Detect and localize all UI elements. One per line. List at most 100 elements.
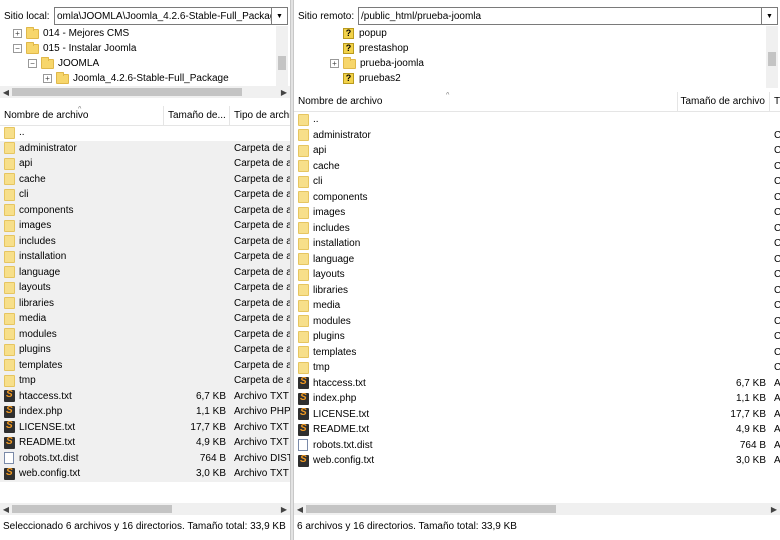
tree-node[interactable]: + Joomla_4.2.6-Stable-Full_Package xyxy=(43,71,229,86)
column-name[interactable]: Nombre de archivo ^ xyxy=(0,105,164,126)
remote-path-input[interactable]: /public_html/prueba-joomla xyxy=(358,7,762,25)
file-row[interactable]: tmp C xyxy=(294,360,780,376)
file-row[interactable]: htaccess.txt 6,7 KB Archivo TXT xyxy=(0,388,290,404)
column-type[interactable]: T xyxy=(770,92,780,112)
file-row[interactable]: htaccess.txt 6,7 KB A xyxy=(294,376,780,392)
file-row[interactable]: layouts C xyxy=(294,267,780,283)
file-row[interactable]: robots.txt.dist 764 B A xyxy=(294,438,780,454)
file-row[interactable]: libraries Carpeta de a xyxy=(0,295,290,311)
file-row[interactable]: .. xyxy=(0,125,290,141)
file-row[interactable]: api Carpeta de a xyxy=(0,156,290,172)
file-row[interactable]: administrator Carpeta de a xyxy=(0,140,290,156)
file-name: api xyxy=(313,145,327,157)
column-size[interactable]: Tamaño de... xyxy=(164,105,230,126)
file-row[interactable]: .. xyxy=(294,112,780,128)
file-name: templates xyxy=(313,346,357,358)
expander-icon[interactable]: + xyxy=(13,29,22,38)
file-name-cell: index.php xyxy=(0,405,164,418)
file-row[interactable]: LICENSE.txt 17,7 KB Archivo TXT xyxy=(0,419,290,435)
scroll-left-arrow-icon[interactable]: ◀ xyxy=(0,505,12,514)
expander-icon[interactable]: + xyxy=(43,74,52,83)
remote-list-horizontal-scrollbar[interactable]: ◀ ▶ xyxy=(294,503,780,515)
column-name[interactable]: Nombre de archivo ^ xyxy=(294,91,678,112)
file-row[interactable]: cache C xyxy=(294,159,780,175)
scroll-thumb[interactable] xyxy=(12,88,242,96)
local-tree-horizontal-scrollbar[interactable]: ◀ ▶ xyxy=(0,86,290,98)
scroll-right-arrow-icon[interactable]: ▶ xyxy=(278,88,290,97)
local-path-input[interactable]: omla\JOOMLA\Joomla_4.2.6-Stable-Full_Pac… xyxy=(54,7,272,25)
file-row[interactable]: plugins C xyxy=(294,329,780,345)
file-row[interactable]: modules C xyxy=(294,314,780,330)
column-size[interactable]: Tamaño de archivo xyxy=(678,91,770,112)
file-row[interactable]: libraries C xyxy=(294,283,780,299)
scroll-thumb[interactable] xyxy=(12,505,172,513)
remote-tree-vertical-scrollbar[interactable] xyxy=(766,26,778,88)
scroll-thumb[interactable] xyxy=(768,52,776,66)
column-type[interactable]: Tipo de archi xyxy=(230,106,290,126)
file-row[interactable]: installation Carpeta de a xyxy=(0,249,290,265)
file-row[interactable]: components Carpeta de a xyxy=(0,202,290,218)
chevron-down-icon[interactable]: ▼ xyxy=(272,7,288,25)
file-row[interactable]: images Carpeta de a xyxy=(0,218,290,234)
file-row[interactable]: language Carpeta de a xyxy=(0,264,290,280)
file-row[interactable]: api C xyxy=(294,143,780,159)
file-row[interactable]: modules Carpeta de a xyxy=(0,326,290,342)
expander-icon[interactable]: + xyxy=(330,59,339,68)
file-row[interactable]: includes Carpeta de a xyxy=(0,233,290,249)
tree-node[interactable]: ? prestashop xyxy=(330,41,408,56)
tree-node[interactable]: − 015 - Instalar Joomla xyxy=(13,41,136,56)
scroll-right-arrow-icon[interactable]: ▶ xyxy=(278,505,290,514)
file-row[interactable]: images C xyxy=(294,205,780,221)
file-row[interactable]: media Carpeta de a xyxy=(0,311,290,327)
file-row[interactable]: robots.txt.dist 764 B Archivo DIST xyxy=(0,450,290,466)
local-file-list-header: Nombre de archivo ^ Tamaño de... Tipo de … xyxy=(0,105,290,126)
tree-node[interactable]: +014 - Mejores CMS xyxy=(13,26,129,41)
file-type: C xyxy=(774,129,780,141)
file-type: C xyxy=(774,315,780,327)
expander-icon[interactable]: − xyxy=(13,44,22,53)
scroll-thumb[interactable] xyxy=(278,56,286,70)
file-row[interactable]: cli Carpeta de a xyxy=(0,187,290,203)
expander-icon[interactable]: − xyxy=(28,59,37,68)
file-row[interactable]: language C xyxy=(294,252,780,268)
file-row[interactable]: web.config.txt 3,0 KB A xyxy=(294,453,780,469)
tree-node[interactable]: ? popup xyxy=(330,26,387,41)
scroll-left-arrow-icon[interactable]: ◀ xyxy=(0,88,12,97)
file-row[interactable]: templates C xyxy=(294,345,780,361)
file-row[interactable]: index.php 1,1 KB A xyxy=(294,391,780,407)
tree-node-label: 014 - Mejores CMS xyxy=(43,28,130,39)
file-row[interactable]: plugins Carpeta de a xyxy=(0,342,290,358)
file-row[interactable]: cache Carpeta de a xyxy=(0,171,290,187)
file-row[interactable]: web.config.txt 3,0 KB Archivo TXT xyxy=(0,466,290,482)
file-row[interactable]: templates Carpeta de a xyxy=(0,357,290,373)
folder-icon xyxy=(4,250,15,263)
file-size: 17,7 KB xyxy=(190,421,226,433)
sort-arrow-icon: ^ xyxy=(446,91,450,99)
chevron-down-icon[interactable]: ▼ xyxy=(762,7,778,25)
file-row[interactable]: includes C xyxy=(294,221,780,237)
file-row[interactable]: LICENSE.txt 17,7 KB A xyxy=(294,407,780,423)
folder-icon xyxy=(4,312,15,325)
folder-icon xyxy=(298,160,309,173)
file-row[interactable]: README.txt 4,9 KB A xyxy=(294,422,780,438)
file-row[interactable]: layouts Carpeta de a xyxy=(0,280,290,296)
scroll-right-arrow-icon[interactable]: ▶ xyxy=(768,505,780,514)
file-name-cell: README.txt xyxy=(0,436,164,449)
file-row[interactable]: installation C xyxy=(294,236,780,252)
local-list-horizontal-scrollbar[interactable]: ◀ ▶ xyxy=(0,503,290,515)
tree-node[interactable]: − JOOMLA xyxy=(28,56,99,71)
file-type: C xyxy=(774,346,780,358)
file-row[interactable]: README.txt 4,9 KB Archivo TXT xyxy=(0,435,290,451)
tree-node[interactable]: + prueba-joomla xyxy=(330,56,424,71)
file-row[interactable]: administrator C xyxy=(294,128,780,144)
file-name: includes xyxy=(313,222,350,234)
tree-node[interactable]: ? pruebas2 xyxy=(330,71,401,86)
file-row[interactable]: tmp Carpeta de a xyxy=(0,373,290,389)
scroll-thumb[interactable] xyxy=(306,505,556,513)
file-row[interactable]: media C xyxy=(294,298,780,314)
scroll-left-arrow-icon[interactable]: ◀ xyxy=(294,505,306,514)
local-tree-vertical-scrollbar[interactable] xyxy=(276,26,288,86)
file-row[interactable]: components C xyxy=(294,190,780,206)
file-row[interactable]: index.php 1,1 KB Archivo PHP xyxy=(0,404,290,420)
file-row[interactable]: cli C xyxy=(294,174,780,190)
